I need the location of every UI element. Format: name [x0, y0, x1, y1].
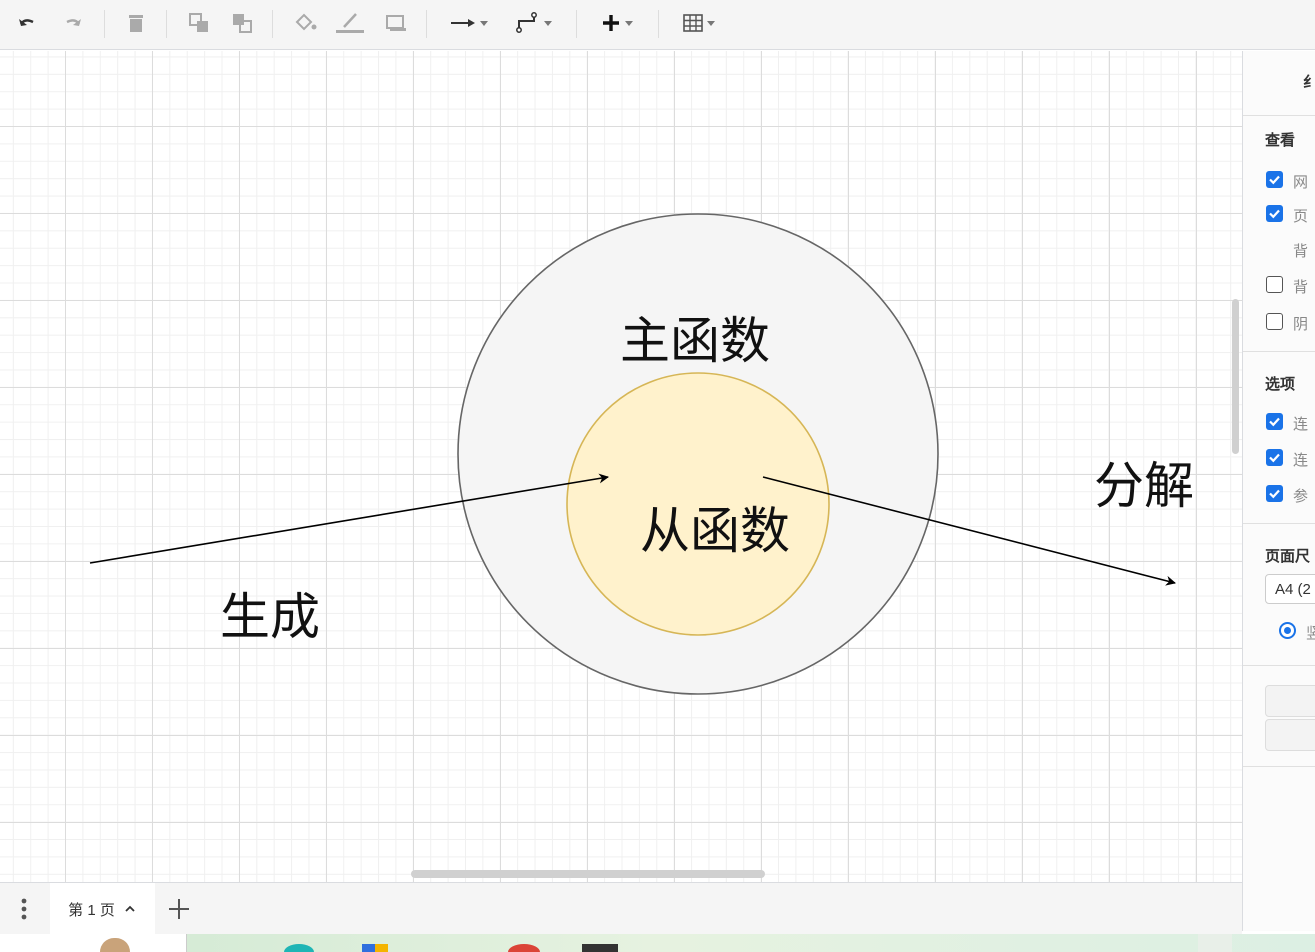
line-color-icon	[336, 13, 364, 33]
panel-divider	[1243, 523, 1315, 524]
horizontal-scrollbar[interactable]	[411, 870, 765, 878]
connection-points-label: 连	[1293, 452, 1309, 469]
options-section-title: 选项	[1265, 376, 1296, 393]
waypoints-icon	[516, 12, 537, 33]
page-view-checkbox[interactable]	[1266, 205, 1283, 222]
add-page-button[interactable]	[166, 896, 192, 922]
shadow-checkbox[interactable]	[1266, 313, 1283, 330]
browser-icon[interactable]	[284, 944, 314, 952]
undo-icon	[19, 19, 34, 26]
toolbar-separator	[658, 10, 659, 38]
page-view-label: 页	[1293, 208, 1309, 225]
page-tab[interactable]: 第 1 页	[50, 883, 155, 935]
check-icon	[1269, 417, 1280, 427]
panel-divider	[1243, 766, 1315, 767]
chevron-up-icon	[125, 905, 135, 912]
decompose-label: 分解	[1094, 457, 1194, 515]
toolbar-separator	[272, 10, 273, 38]
to-back-icon	[233, 14, 252, 33]
guides-checkbox[interactable]	[1266, 485, 1283, 502]
page-tab-label: 第 1 页	[68, 901, 115, 919]
to-front-icon	[189, 13, 208, 32]
insert-button[interactable]	[592, 8, 642, 38]
os-taskbar	[0, 934, 1315, 952]
check-icon	[1269, 489, 1280, 499]
toolbar-separator	[166, 10, 167, 38]
fill-color-icon	[295, 13, 317, 31]
page-tabs-bar: 第 1 页	[0, 882, 1242, 935]
panel-title: 纟	[1303, 71, 1315, 92]
background-checkbox[interactable]	[1266, 276, 1283, 293]
to-front-button[interactable]	[185, 8, 213, 38]
background-label[interactable]: 背	[1293, 240, 1308, 261]
redo-button[interactable]	[58, 8, 86, 38]
more-vertical-icon	[21, 898, 27, 920]
toolbar-separator	[576, 10, 577, 38]
inner-circle-label: 从函数	[640, 502, 790, 560]
connection-arrows-label: 连	[1293, 416, 1309, 433]
grid-label: 网	[1293, 174, 1309, 191]
shadow-button[interactable]	[382, 8, 410, 38]
generate-label: 生成	[220, 588, 320, 646]
outer-circle-label: 主函数	[620, 312, 770, 370]
grid-checkbox[interactable]	[1266, 171, 1283, 188]
panel-divider	[1243, 351, 1315, 352]
format-panel: 纟 查看 网 页 背 背 阴 选项 连 连 参 页面尺 A4 (2 竖	[1242, 51, 1315, 931]
toolbar-separator	[104, 10, 105, 38]
table-icon	[683, 14, 703, 32]
redo-icon	[66, 19, 81, 26]
guides-label: 参	[1293, 488, 1309, 505]
to-back-button[interactable]	[228, 8, 256, 38]
view-section-title: 查看	[1265, 132, 1296, 149]
diagram-shapes	[89, 213, 1176, 695]
shadow-label: 阴	[1293, 316, 1309, 333]
chevron-down-icon	[707, 20, 715, 26]
chevron-down-icon	[544, 20, 552, 26]
connection-arrows-checkbox[interactable]	[1266, 413, 1283, 430]
terminal-icon[interactable]	[582, 944, 618, 952]
connection-icon	[451, 19, 475, 27]
chrome-icon[interactable]	[508, 944, 540, 952]
pages-menu-button[interactable]	[14, 895, 34, 923]
panel-divider	[1243, 115, 1315, 116]
panel-button[interactable]	[1265, 685, 1315, 717]
panel-divider	[1243, 665, 1315, 666]
files-icon[interactable]	[362, 944, 388, 952]
background-option-label: 背	[1293, 279, 1309, 296]
page-size-select[interactable]: A4 (2	[1265, 574, 1315, 604]
check-icon	[1269, 209, 1280, 219]
connection-button[interactable]	[444, 8, 494, 38]
delete-icon	[129, 15, 143, 32]
delete-button[interactable]	[122, 8, 150, 38]
portrait-label: 竖	[1306, 622, 1315, 643]
toolbar-separator	[426, 10, 427, 38]
chevron-down-icon	[480, 20, 488, 26]
check-icon	[1269, 175, 1280, 185]
taskbar-app-tile[interactable]	[0, 934, 187, 952]
page-size-section-title: 页面尺	[1265, 548, 1311, 565]
chevron-down-icon	[625, 20, 633, 26]
plus-icon	[169, 899, 189, 919]
connection-points-checkbox[interactable]	[1266, 449, 1283, 466]
undo-button[interactable]	[14, 8, 42, 38]
vertical-scrollbar[interactable]	[1232, 299, 1239, 454]
panel-button[interactable]	[1265, 719, 1315, 751]
portrait-radio[interactable]	[1279, 622, 1296, 639]
waypoints-button[interactable]	[508, 8, 558, 38]
taskbar-tray	[1198, 934, 1232, 952]
fill-color-button[interactable]	[290, 8, 322, 38]
shadow-icon	[386, 15, 406, 31]
line-color-button[interactable]	[333, 8, 367, 38]
table-button[interactable]	[674, 8, 724, 38]
insert-icon	[603, 15, 619, 31]
page-size-value: A4 (2	[1275, 581, 1311, 598]
diagram-canvas[interactable]: 主函数 从函数 生成 分解	[0, 51, 1242, 882]
toolbar	[0, 0, 1315, 50]
radio-dot	[1284, 627, 1291, 634]
check-icon	[1269, 453, 1280, 463]
